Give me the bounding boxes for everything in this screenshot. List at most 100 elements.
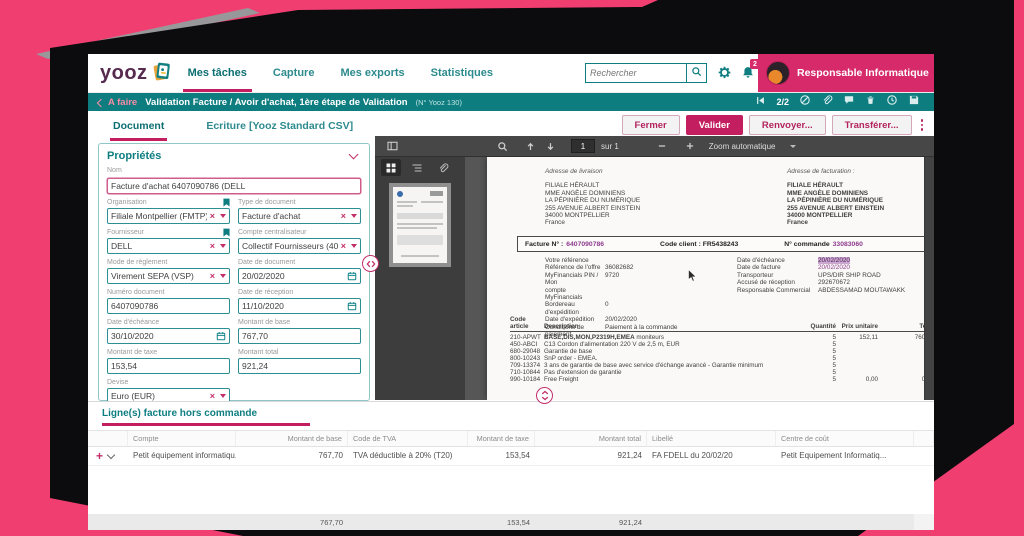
splitter-handle[interactable] bbox=[536, 387, 553, 404]
bookmark-icon bbox=[223, 228, 230, 237]
more-actions-icon[interactable] bbox=[918, 119, 927, 131]
field-compte-centralisateur: Compte centralisateur Collectif Fourniss… bbox=[238, 228, 361, 254]
transferer-button[interactable]: Transférer... bbox=[832, 115, 912, 135]
cell-montant-base: 767,70 bbox=[236, 451, 348, 460]
fournisseur-select[interactable]: DELL bbox=[107, 238, 230, 254]
save-button-icon[interactable] bbox=[908, 93, 920, 111]
block-button[interactable] bbox=[799, 93, 811, 111]
skip-first-button[interactable] bbox=[755, 93, 766, 111]
back-link[interactable]: A faire bbox=[98, 97, 137, 108]
thumbnails-tab-icon[interactable] bbox=[381, 159, 401, 176]
zoom-select[interactable]: Zoom automatique bbox=[709, 142, 776, 151]
chevron-down-icon[interactable] bbox=[351, 214, 357, 218]
section-title-underline bbox=[102, 423, 310, 426]
search-button[interactable] bbox=[686, 64, 706, 82]
nav-mes-exports[interactable]: Mes exports bbox=[340, 54, 404, 92]
field-fournisseur: Fournisseur DELL bbox=[107, 228, 230, 254]
chevron-down-icon[interactable] bbox=[351, 244, 357, 248]
field-nom: Nom bbox=[107, 166, 361, 194]
outline-tab-icon[interactable] bbox=[407, 159, 427, 176]
invoice-line-items: Code article Description Quantité Prix u… bbox=[510, 316, 927, 383]
nav-mes-taches[interactable]: Mes tâches bbox=[188, 54, 247, 92]
field-montant-total: Montant total 921,24 bbox=[238, 348, 361, 374]
clear-icon[interactable] bbox=[341, 212, 346, 221]
item-row: 680-29048 Garantie de base 5 bbox=[510, 348, 927, 355]
calendar-icon[interactable] bbox=[347, 301, 357, 311]
page-thumbnail[interactable] bbox=[393, 187, 447, 263]
nav-capture[interactable]: Capture bbox=[273, 54, 315, 92]
nom-input[interactable] bbox=[107, 178, 361, 194]
compte-select[interactable]: Collectif Fournisseurs (4010... bbox=[238, 238, 361, 254]
page-number-input[interactable] bbox=[571, 139, 595, 153]
search-icon bbox=[691, 64, 702, 82]
cell-code-tva: TVA déductible à 20% (T20) bbox=[348, 451, 468, 460]
type-document-select[interactable]: Facture d'achat bbox=[238, 208, 361, 224]
sidebar-toggle-icon[interactable] bbox=[383, 138, 401, 154]
col-montant-base: Montant de base bbox=[236, 431, 348, 446]
fermer-button[interactable]: Fermer bbox=[622, 115, 680, 135]
montant-base-input[interactable]: 767,70 bbox=[238, 328, 361, 344]
montant-total-input[interactable]: 921,24 bbox=[238, 358, 361, 374]
chevron-down-icon[interactable] bbox=[220, 214, 226, 218]
clear-icon[interactable] bbox=[210, 242, 215, 251]
date-reception-input[interactable]: 11/10/2020 bbox=[238, 298, 361, 314]
order-number: 33083060 bbox=[833, 241, 863, 248]
search-input[interactable] bbox=[586, 64, 686, 82]
clear-icon[interactable] bbox=[210, 272, 215, 281]
trash-button[interactable] bbox=[865, 93, 876, 111]
zoom-out-icon[interactable] bbox=[653, 138, 671, 154]
user-menu[interactable]: Responsable Informatique bbox=[758, 54, 934, 92]
grid-header-row: Compte Montant de base Code de TVA Monta… bbox=[88, 430, 934, 447]
viewer-sidebar bbox=[375, 157, 465, 400]
yooz-logo[interactable]: yooz bbox=[88, 60, 188, 86]
calendar-icon[interactable] bbox=[347, 271, 357, 281]
settings-button[interactable] bbox=[717, 65, 732, 85]
numero-document-input[interactable]: 6407090786 bbox=[107, 298, 230, 314]
valider-button[interactable]: Valider bbox=[686, 115, 743, 135]
calendar-icon[interactable] bbox=[216, 331, 226, 341]
viewer-toolbar: sur 1 Zoom automatique bbox=[375, 136, 934, 157]
viewer-scrollbar[interactable] bbox=[924, 157, 934, 400]
back-chevron-icon bbox=[97, 98, 105, 106]
clear-icon[interactable] bbox=[210, 212, 215, 221]
item-row: 800-10243 SnP order - EMEA. 5 bbox=[510, 355, 927, 362]
expand-row-icon[interactable] bbox=[107, 450, 115, 458]
mode-reglement-select[interactable]: Virement SEPA (VSP) bbox=[107, 268, 230, 284]
collapse-panel-icon[interactable] bbox=[349, 150, 359, 160]
date-echeance-input[interactable]: 30/10/2020 bbox=[107, 328, 230, 344]
invoice-line-row[interactable]: Petit équipement informatiqu... 767,70 T… bbox=[88, 447, 934, 466]
page-up-icon[interactable] bbox=[521, 138, 539, 154]
zoom-in-icon[interactable] bbox=[681, 138, 699, 154]
history-button[interactable] bbox=[886, 93, 898, 111]
invoice-details-right: Date d'échéance20/02/2020 Date de factur… bbox=[737, 257, 925, 294]
field-date-document: Date de document 20/02/2020 bbox=[238, 258, 361, 284]
shipping-address: Adresse de livraison FILIALE HÉRAULT MME… bbox=[545, 168, 640, 227]
chevron-down-icon[interactable] bbox=[220, 244, 226, 248]
find-icon[interactable] bbox=[493, 138, 511, 154]
nav-statistiques[interactable]: Statistiques bbox=[431, 54, 493, 92]
attachments-tab-icon[interactable] bbox=[433, 159, 453, 176]
paperclip-icon[interactable] bbox=[821, 93, 833, 111]
field-montant-base: Montant de base 767,70 bbox=[238, 318, 361, 344]
chevron-down-icon[interactable] bbox=[220, 394, 226, 398]
page-count-label: sur 1 bbox=[601, 142, 619, 151]
renvoyer-button[interactable]: Renvoyer... bbox=[749, 115, 826, 135]
main-nav: Mes tâches Capture Mes exports Statistiq… bbox=[188, 54, 493, 92]
montant-taxe-input[interactable]: 153,54 bbox=[107, 358, 230, 374]
clear-icon[interactable] bbox=[210, 392, 215, 401]
add-line-icon[interactable] bbox=[96, 450, 103, 462]
organisation-select[interactable]: Filiale Montpellier (FMTP) bbox=[107, 208, 230, 224]
comment-button[interactable] bbox=[843, 93, 855, 111]
panel-collapse-handle[interactable] bbox=[362, 255, 379, 272]
clear-icon[interactable] bbox=[341, 242, 346, 251]
chevron-down-icon[interactable] bbox=[220, 274, 226, 278]
user-name: Responsable Informatique bbox=[797, 67, 929, 79]
date-document-input[interactable]: 20/02/2020 bbox=[238, 268, 361, 284]
zoom-caret-icon[interactable] bbox=[790, 145, 796, 148]
page-down-icon[interactable] bbox=[541, 138, 559, 154]
tab-ecriture[interactable]: Ecriture [Yooz Standard CSV] bbox=[203, 113, 356, 139]
avatar bbox=[766, 61, 790, 85]
tab-document[interactable]: Document bbox=[110, 113, 167, 139]
breadcrumb-bar: A faire Validation Facture / Avoir d'ach… bbox=[88, 93, 934, 111]
cell-libelle: FA FDELL du 20/02/20 bbox=[647, 451, 776, 460]
